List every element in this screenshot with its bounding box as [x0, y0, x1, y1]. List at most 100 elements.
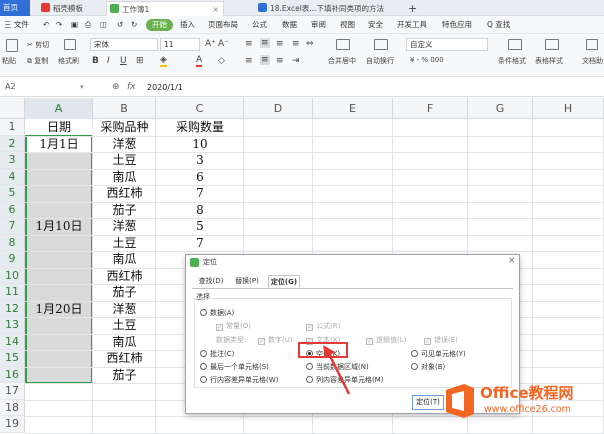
copy-button[interactable]: ⧉ 复制	[27, 56, 48, 66]
name-box[interactable]: A2	[2, 81, 88, 94]
cell-b7[interactable]: 洋葱	[93, 218, 156, 235]
font-color-icon[interactable]: A	[196, 55, 203, 67]
text-tool-icon[interactable]	[586, 39, 598, 50]
column-header-g[interactable]: G	[468, 98, 533, 119]
column-header-a[interactable]: A	[25, 98, 93, 119]
tab-document[interactable]: 18.Excel表...下填补同类项的方法	[255, 1, 390, 16]
distributed-icon[interactable]: ⇔	[306, 39, 314, 49]
align-bottom-icon[interactable]: ≡	[276, 39, 284, 49]
wrap-text-label[interactable]: 自动换行	[366, 56, 394, 66]
cell-b9[interactable]: 南瓜	[93, 251, 156, 268]
cell-b11[interactable]: 茄子	[93, 284, 156, 301]
cell-b1[interactable]: 采购品种	[93, 119, 156, 136]
cell-b3[interactable]: 土豆	[93, 152, 156, 169]
cell-b13[interactable]: 土豆	[93, 317, 156, 334]
save-icon[interactable]: ▣	[71, 19, 78, 31]
align-right-icon[interactable]: ≡	[276, 56, 284, 66]
underline-icon[interactable]: U	[120, 56, 127, 66]
row-header-12[interactable]: 12	[0, 300, 25, 317]
select-all-corner[interactable]	[0, 98, 25, 119]
format-painter-icon[interactable]	[64, 39, 76, 50]
row-header-1[interactable]: 1	[0, 119, 25, 136]
menu-tab-special[interactable]: 特色应用	[442, 19, 472, 31]
search-menu[interactable]: Q 查找	[487, 19, 510, 31]
column-header-e[interactable]: E	[313, 98, 393, 119]
cell-b16[interactable]: 茄子	[93, 367, 156, 384]
cell-b4[interactable]: 南瓜	[93, 169, 156, 186]
cell-b15[interactable]: 西红柿	[93, 350, 156, 367]
option-row-diff[interactable]: 行内容差异单元格(W)	[200, 375, 278, 385]
conditional-format-icon[interactable]	[508, 39, 522, 50]
font-name-select[interactable]: 宋体	[90, 38, 158, 51]
cell-b10[interactable]: 西红柿	[93, 268, 156, 285]
cell-a7[interactable]: 1月10日	[25, 218, 93, 235]
column-header-h[interactable]: H	[533, 98, 604, 119]
borders-icon[interactable]: ⊞	[136, 56, 144, 66]
new-tab-button[interactable]: +	[405, 1, 419, 16]
cell-b6[interactable]: 茄子	[93, 202, 156, 219]
table-style-label[interactable]: 表格样式	[535, 56, 563, 66]
row-header-5[interactable]: 5	[0, 185, 25, 202]
decrease-font-icon[interactable]: A⁻	[218, 39, 229, 49]
row-header-19[interactable]: 19	[0, 416, 25, 433]
preview-icon[interactable]: ◫	[100, 19, 107, 31]
cell-b12[interactable]: 洋葱	[93, 301, 156, 318]
row-header-10[interactable]: 10	[0, 267, 25, 284]
menu-tab-view[interactable]: 视图	[340, 19, 355, 31]
paste-icon[interactable]	[6, 39, 18, 52]
cell-c8[interactable]: 7	[156, 235, 244, 252]
align-middle-icon[interactable]: ≡	[260, 38, 270, 48]
tab-workbook1[interactable]: 工作簿1 ×	[106, 1, 224, 16]
wrap-text-icon[interactable]	[374, 39, 388, 50]
fx-icon[interactable]: fx	[127, 82, 136, 92]
close-tab-icon[interactable]: ×	[212, 2, 219, 16]
cell-b8[interactable]: 土豆	[93, 235, 156, 252]
option-comment[interactable]: 批注(C)	[200, 349, 234, 359]
row-header-7[interactable]: 7	[0, 218, 25, 235]
tab-home[interactable]: 首页	[0, 0, 30, 16]
close-icon[interactable]: ×	[508, 256, 516, 266]
file-menu[interactable]: 三 文件	[4, 19, 29, 31]
cell-b5[interactable]: 西红柿	[93, 185, 156, 202]
increase-font-icon[interactable]: A⁺	[205, 39, 216, 49]
radio-object[interactable]	[411, 363, 418, 370]
radio-visible-cells[interactable]	[411, 350, 418, 357]
menu-tab-data[interactable]: 数据	[282, 19, 297, 31]
clear-format-icon[interactable]: ◇	[218, 56, 225, 66]
menu-tab-developer[interactable]: 开发工具	[397, 19, 427, 31]
fill-color-icon[interactable]: ◈	[160, 55, 167, 67]
menu-tab-review[interactable]: 审阅	[311, 19, 326, 31]
radio-last-cell[interactable]	[200, 363, 207, 370]
undo-arrow-icon[interactable]: ↺	[117, 19, 123, 31]
tab-goto[interactable]: 定位(G)	[268, 275, 300, 288]
row-header-11[interactable]: 11	[0, 284, 25, 301]
row-header-16[interactable]: 16	[0, 366, 25, 383]
radio-current-region[interactable]	[306, 363, 313, 370]
cell-c4[interactable]: 6	[156, 169, 244, 186]
number-format-buttons[interactable]: ¥ - % 000	[410, 56, 444, 64]
menu-tab-home[interactable]: 开始	[146, 19, 173, 31]
column-header-d[interactable]: D	[244, 98, 313, 119]
option-visible-cells[interactable]: 可见单元格(Y)	[411, 349, 466, 359]
table-style-icon[interactable]	[545, 39, 559, 50]
cell-a1[interactable]: 日期	[25, 119, 93, 136]
menu-tab-security[interactable]: 安全	[368, 19, 383, 31]
number-format-select[interactable]: 自定义	[406, 38, 488, 51]
cell-a12[interactable]: 1月20日	[25, 301, 93, 318]
cell-b14[interactable]: 南瓜	[93, 334, 156, 351]
option-object[interactable]: 对象(B)	[411, 362, 445, 372]
cell-c3[interactable]: 3	[156, 152, 244, 169]
cell-c6[interactable]: 8	[156, 202, 244, 219]
row-header-2[interactable]: 2	[0, 135, 25, 152]
radio-data[interactable]	[200, 309, 207, 316]
row-header-17[interactable]: 17	[0, 383, 25, 400]
align-center-icon[interactable]: ≡	[260, 55, 270, 65]
menu-tab-formulas[interactable]: 公式	[252, 19, 267, 31]
conditional-format-label[interactable]: 条件格式	[498, 56, 526, 66]
row-header-4[interactable]: 4	[0, 168, 25, 185]
italic-icon[interactable]: I	[107, 56, 110, 66]
merge-center-label[interactable]: 合并居中	[328, 56, 356, 66]
redo-arrow-icon[interactable]: ↻	[131, 19, 137, 31]
redo-icon[interactable]: ↷	[56, 19, 62, 31]
cell-b2[interactable]: 洋葱	[93, 136, 156, 153]
